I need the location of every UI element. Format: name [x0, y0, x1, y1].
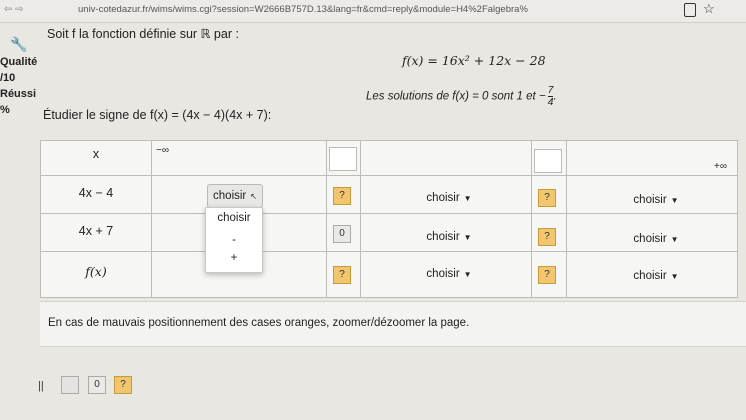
blank-tool-box[interactable] [61, 376, 79, 394]
root-input-2[interactable] [534, 149, 562, 173]
table-row: 4x + 7 0 choisir ▼ ? choisir ▼ [41, 213, 737, 252]
solutions-text: Les solutions de f(x) = 0 sont 1 et − 7 … [366, 84, 557, 108]
select-row1-col3[interactable]: choisir ▼ [626, 189, 686, 211]
sign-table: x −∞ +∞ 4x − 4 choisir ↖ ? choisir ▼ ? cho… [40, 140, 738, 298]
dropdown-option-plus[interactable]: + [206, 252, 262, 264]
intro-text: Soit f la fonction définie sur ℝ par : [47, 27, 239, 41]
orange-box-row2[interactable]: ? [538, 228, 556, 246]
select-row2-col3[interactable]: choisir ▼ [626, 228, 686, 250]
sidebar-item-reussi: Réussi [0, 88, 37, 100]
sign-dropdown: choisir - + [205, 207, 263, 273]
select-row3-col3[interactable]: choisir ▼ [626, 265, 686, 287]
task-text: Étudier le signe de f(x) = (4x − 4)(4x +… [43, 108, 272, 122]
sidebar-item-percent: % [0, 104, 10, 116]
row-label: 4x + 7 [78, 224, 114, 238]
dropdown-option-minus[interactable]: - [206, 234, 262, 246]
wrench-icon[interactable]: 🔧 [10, 36, 27, 53]
nav-arrows[interactable]: ⇦ ⇨ [4, 4, 24, 15]
dropdown-option-choisir[interactable]: choisir [206, 212, 262, 224]
header-plus-infinity: +∞ [714, 161, 727, 172]
sidebar-item-qualite: Qualité [0, 56, 38, 68]
question-tool-box[interactable]: ? [114, 376, 132, 394]
zoom-note-text: En cas de mauvais positionnement des cas… [48, 317, 470, 329]
fraction-denominator: 4 [547, 96, 554, 108]
browser-bar: ⇦ ⇨ univ-cotedazur.fr/wims/wims.cgi?sess… [0, 0, 746, 23]
function-definition: f(x) = 16x² + 12x − 28 [402, 53, 546, 68]
table-row: 4x − 4 choisir ↖ ? choisir ▼ ? choisir ▼ [41, 175, 737, 214]
root-input-1[interactable] [329, 147, 357, 171]
sidebar-item-score: /10 [0, 72, 16, 84]
header-x: x [92, 147, 100, 161]
orange-box-row1-b[interactable]: ? [538, 189, 556, 207]
zero-box-row2[interactable]: 0 [333, 225, 351, 243]
zero-tool-box[interactable]: 0 [88, 376, 106, 394]
url-text[interactable]: univ-cotedazur.fr/wims/wims.cgi?session=… [78, 4, 678, 15]
orange-box-row3-a[interactable]: ? [333, 266, 351, 284]
zoom-note: En cas de mauvais positionnement des cas… [40, 301, 746, 347]
select-row3-col2[interactable]: choisir ▼ [419, 263, 479, 285]
header-minus-infinity: −∞ [156, 145, 169, 156]
reader-icon[interactable] [684, 3, 696, 17]
orange-box-row3-b[interactable]: ? [538, 266, 556, 284]
orange-box-row1-a[interactable]: ? [333, 187, 351, 205]
select-row1-col2[interactable]: choisir ▼ [419, 187, 479, 209]
select-row1-col1[interactable]: choisir ↖ [207, 184, 263, 208]
star-icon[interactable]: ☆ [703, 1, 715, 17]
sidebar: 🔧 Qualité /10 Réussi % [0, 22, 40, 142]
row-label: f(x) [85, 264, 107, 279]
pause-tool[interactable]: || [38, 376, 56, 394]
table-row: f(x) ? choisir ▼ ? choisir ▼ [41, 251, 737, 298]
row-label: 4x − 4 [78, 186, 114, 200]
select-row2-col2[interactable]: choisir ▼ [419, 226, 479, 248]
